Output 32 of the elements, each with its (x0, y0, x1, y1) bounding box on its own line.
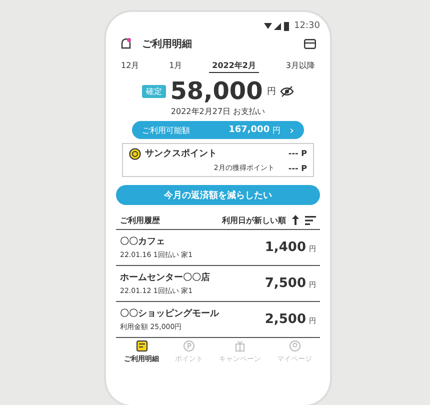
history-title: ご利用履歴 (120, 214, 160, 226)
points-value: --- P (288, 164, 307, 172)
transaction-amount: 2,500 (264, 312, 306, 327)
card-icon (304, 39, 316, 49)
sort-label: 利用日が新しい順 (222, 214, 286, 226)
document-icon (136, 340, 148, 352)
due-date: 2022年2月27日 お支払い (170, 106, 266, 118)
month-tab[interactable]: 3月以降 (282, 59, 318, 73)
month-tab[interactable]: 12月 (118, 59, 142, 73)
merchant-name: 〇〇ショッピングモール (120, 308, 219, 320)
coin-icon (183, 340, 195, 352)
month-tab[interactable]: 1月 (166, 59, 186, 73)
merchant-name: 〇〇カフェ (120, 236, 166, 248)
page-title: ご利用明細 (142, 38, 193, 51)
status-badge: 確定 (142, 84, 166, 98)
currency-unit: 円 (266, 86, 276, 98)
points-value: --- P (288, 149, 307, 158)
transaction-amount: 7,500 (264, 276, 306, 291)
user-icon (288, 340, 300, 352)
coin-icon (129, 148, 141, 160)
bell-icon (120, 38, 132, 50)
transaction-amount: 1,400 (264, 240, 306, 255)
signal-icon (264, 22, 290, 30)
gift-icon (234, 340, 246, 352)
merchant-name: ホームセンター〇〇店 (120, 271, 210, 284)
filter-icon (305, 216, 316, 224)
up-arrow-icon (292, 215, 299, 225)
eye-slash-icon (280, 86, 294, 96)
status-time: 12:30 (294, 21, 320, 31)
month-tab[interactable]: 2022年2月 (209, 59, 259, 73)
total-amount: 58,000 (170, 77, 263, 105)
points-title: サンクスポイント (145, 148, 218, 160)
